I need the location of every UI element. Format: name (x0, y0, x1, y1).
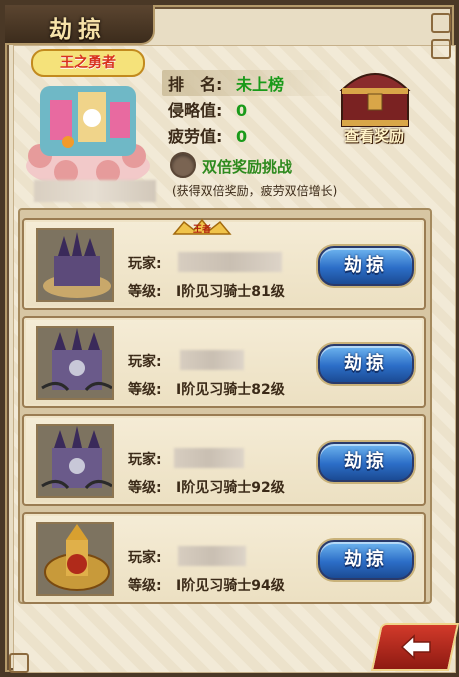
rob-button[interactable]: 劫掠 (318, 442, 414, 482)
double-reward-label: 双倍奖励挑战 (202, 158, 293, 176)
invasion-row: 侵略值: 0 (168, 97, 247, 121)
own-name-blurred (34, 180, 156, 202)
king-badge-text: 王者 (192, 225, 211, 235)
player-label: 玩家: (128, 550, 162, 566)
fatigue-label: 疲劳值: (168, 127, 223, 146)
fatigue-value: 0 (236, 127, 248, 146)
corner-ornament (431, 13, 451, 33)
level-label: 等级: (128, 284, 162, 300)
opponent-row: 玩家: 等级: Ⅰ阶见习骑士94级 劫掠 (22, 512, 426, 604)
fatigue-row: 疲劳值: 0 (168, 123, 247, 147)
player-name-blurred (178, 252, 282, 272)
level-label: 等级: (128, 480, 162, 496)
rob-button[interactable]: 劫掠 (318, 344, 414, 384)
opponent-row: 王者 玩家: 等级: Ⅰ阶见习骑士81级 劫掠 (22, 218, 426, 310)
view-rewards-button[interactable]: 查看奖励 (322, 122, 426, 150)
level-value: Ⅰ阶见习骑士94级 (176, 578, 285, 594)
back-icon (400, 634, 431, 660)
rank-row: 排 名: 未上榜 (168, 71, 284, 95)
level-value: Ⅰ阶见习骑士82级 (176, 382, 285, 398)
rank-label: 排 名: (168, 75, 223, 94)
corner-ornament (9, 653, 29, 673)
invasion-value: 0 (236, 101, 248, 120)
player-name-blurred (180, 350, 244, 370)
corner-ornament (431, 39, 451, 59)
player-label: 玩家: (128, 256, 162, 272)
page-title: 劫掠 (49, 16, 107, 43)
player-name-blurred (174, 448, 244, 468)
rob-button[interactable]: 劫掠 (318, 540, 414, 580)
level-label: 等级: (128, 578, 162, 594)
castle-icon (36, 522, 114, 596)
player-label: 玩家: (128, 452, 162, 468)
castle-icon (36, 424, 114, 498)
castle-icon (36, 326, 114, 400)
rank-value: 未上榜 (236, 75, 285, 94)
level-label: 等级: (128, 382, 162, 398)
title-tab: 劫掠 (5, 5, 155, 45)
player-label: 玩家: (128, 354, 162, 370)
castle-icon (36, 228, 114, 302)
level-value: Ⅰ阶见习骑士92级 (176, 480, 285, 496)
player-name-blurred (178, 546, 246, 566)
double-reward-note: (获得双倍奖励，疲劳双倍增长) (172, 184, 338, 198)
double-reward-toggle[interactable] (170, 152, 196, 178)
opponent-row: 玩家: 等级: Ⅰ阶见习骑士92级 劫掠 (22, 414, 426, 506)
level-value: Ⅰ阶见习骑士81级 (176, 284, 285, 300)
opponent-row: 玩家: 等级: Ⅰ阶见习骑士82级 劫掠 (22, 316, 426, 408)
invasion-label: 侵略值: (168, 101, 223, 120)
rob-button[interactable]: 劫掠 (318, 246, 414, 286)
logo-text: 王之勇者 (60, 55, 116, 71)
